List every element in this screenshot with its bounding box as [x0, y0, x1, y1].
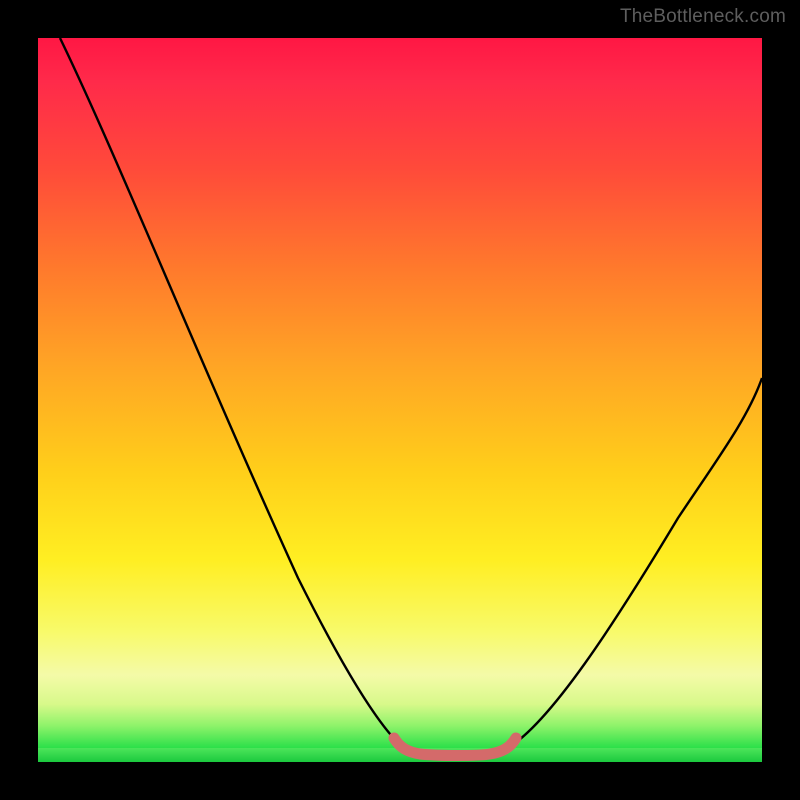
chart-frame: TheBottleneck.com — [0, 0, 800, 800]
min-marker — [394, 738, 516, 756]
plot-area — [38, 38, 762, 762]
watermark-text: TheBottleneck.com — [620, 6, 786, 28]
curve-right — [504, 378, 762, 750]
curve-left — [60, 38, 406, 750]
curve-layer — [38, 38, 762, 762]
